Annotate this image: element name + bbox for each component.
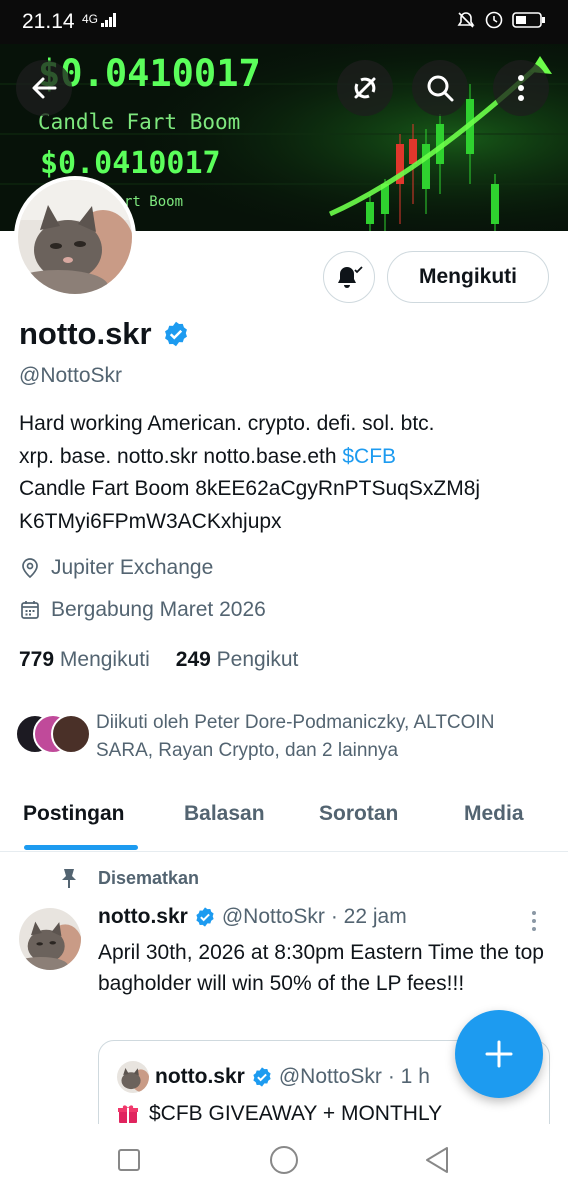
status-time: 21.14 xyxy=(22,10,75,33)
quoted-tweet-text: $CFB GIVEAWAY + MONTHLY xyxy=(149,1102,443,1125)
following-button[interactable]: Mengikuti xyxy=(387,251,549,303)
followers-stat[interactable]: 249 Pengikut xyxy=(176,648,299,672)
more-options-button[interactable] xyxy=(493,60,549,116)
status-bar: 21.14 4G xyxy=(0,0,568,44)
following-stat[interactable]: 779 Mengikuti xyxy=(19,648,150,672)
tweet-more-button[interactable] xyxy=(530,910,538,937)
bell-subscribed-icon xyxy=(338,266,363,288)
pin-icon xyxy=(62,869,76,888)
verified-badge-icon xyxy=(196,907,214,927)
following-count: 779 xyxy=(19,648,55,671)
verified-badge-icon xyxy=(164,321,187,347)
followers-label: Pengikut xyxy=(216,648,299,671)
grok-icon xyxy=(354,77,376,99)
recent-apps-icon[interactable] xyxy=(117,1148,141,1172)
bio-line-2: xrp. base. notto.skr notto.base.eth $CFB xyxy=(19,441,559,474)
alarm-icon xyxy=(485,11,503,29)
tweet-time: · 22 jam xyxy=(330,905,407,928)
quoted-author-name: notto.skr xyxy=(155,1065,245,1088)
network-indicator: 4G xyxy=(82,12,117,27)
joined-row: Bergabung Maret 2026 xyxy=(19,598,266,622)
cat-avatar-image xyxy=(18,180,132,294)
followed-by-text[interactable]: Diikuti oleh Peter Dore-Podmaniczky, ALT… xyxy=(96,709,556,765)
tweet-author-handle: @NottoSkr xyxy=(221,905,325,928)
profile-avatar[interactable] xyxy=(14,176,136,298)
battery-icon xyxy=(512,12,545,28)
bio-text: Hard working American. crypto. defi. sol… xyxy=(19,412,435,435)
quoted-author-handle: @NottoSkr xyxy=(278,1065,382,1088)
profile-handle: @NottoSkr xyxy=(19,364,123,387)
grok-button[interactable] xyxy=(337,60,393,116)
bio-text: K6TMyi6FPmW3ACKxhjupx xyxy=(19,509,282,533)
network-label: 4G xyxy=(82,12,99,26)
tab-sorotan[interactable]: Sorotan xyxy=(319,802,398,826)
bio-text: xrp. base. notto.skr notto.base.eth xyxy=(19,444,343,468)
bio-text: Candle Fart Boom 8kEE62aCgyRnPTSuqSxZM8j xyxy=(19,477,481,500)
tweet-header: notto.skr @NottoSkr · 22 jam xyxy=(98,905,407,929)
more-vertical-icon xyxy=(518,75,524,101)
notification-bell-button[interactable] xyxy=(323,251,375,303)
pinned-indicator: Disematkan xyxy=(60,867,199,889)
follow-stats: 779 Mengikuti 249 Pengikut xyxy=(19,648,298,672)
profile-name: notto.skr xyxy=(19,316,152,351)
verified-badge-icon xyxy=(253,1067,271,1087)
cat-avatar-image xyxy=(19,908,81,970)
status-icons xyxy=(456,10,546,30)
tweet-author-avatar[interactable] xyxy=(19,908,81,970)
location-text: Jupiter Exchange xyxy=(51,556,214,579)
back-arrow-icon xyxy=(32,77,57,99)
tab-balasan[interactable]: Balasan xyxy=(184,802,265,826)
quoted-tweet-header: notto.skr @NottoSkr · 1 h xyxy=(117,1061,430,1093)
cashtag-link[interactable]: $CFB xyxy=(342,445,396,468)
gift-emoji-icon xyxy=(118,1105,138,1123)
profile-tabs: Postingan Balasan Sorotan Media xyxy=(0,790,568,852)
bio-line-4: K6TMyi6FPmW3ACKxhjupx xyxy=(19,506,559,539)
banner-tagline: Candle Fart Boom xyxy=(38,110,241,134)
followed-by-avatars[interactable] xyxy=(15,714,91,756)
followers-count: 249 xyxy=(175,648,211,671)
calendar-icon xyxy=(21,601,39,619)
quoted-tweet-time: · 1 h xyxy=(387,1065,430,1088)
joined-text: Bergabung Maret 2026 xyxy=(51,598,266,621)
plus-icon xyxy=(485,1040,513,1068)
tweet-text: April 30th, 2026 at 8:30pm Eastern Time … xyxy=(98,941,544,995)
search-icon xyxy=(427,75,454,102)
tab-postingan[interactable]: Postingan xyxy=(23,802,125,826)
home-icon[interactable] xyxy=(269,1145,299,1175)
profile-name-row: notto.skr xyxy=(19,316,190,352)
avatar xyxy=(51,714,91,754)
mute-icon xyxy=(457,12,475,28)
signal-icon xyxy=(101,12,117,27)
active-tab-indicator xyxy=(24,845,138,850)
more-vertical-icon xyxy=(532,911,536,931)
system-nav-bar xyxy=(0,1124,568,1199)
compose-post-button[interactable] xyxy=(455,1010,543,1098)
quoted-tweet-text-row: $CFB GIVEAWAY + MONTHLY xyxy=(117,1102,442,1126)
search-button[interactable] xyxy=(412,60,468,116)
back-button[interactable] xyxy=(16,60,72,116)
following-label: Mengikuti xyxy=(59,648,150,671)
avatar xyxy=(117,1061,149,1093)
profile-bio: Hard working American. crypto. defi. sol… xyxy=(19,408,559,538)
tab-media[interactable]: Media xyxy=(464,802,524,826)
banner-tagline-partial: rt Boom xyxy=(124,194,184,210)
bio-line-3: Candle Fart Boom 8kEE62aCgyRnPTSuqSxZM8j xyxy=(19,473,559,506)
back-nav-icon[interactable] xyxy=(424,1146,450,1174)
bio-line-1: Hard working American. crypto. defi. sol… xyxy=(19,408,559,441)
location-pin-icon xyxy=(22,558,38,579)
location-row: Jupiter Exchange xyxy=(19,556,213,580)
tweet-author-name[interactable]: notto.skr xyxy=(98,905,188,929)
pinned-label: Disematkan xyxy=(98,867,200,888)
